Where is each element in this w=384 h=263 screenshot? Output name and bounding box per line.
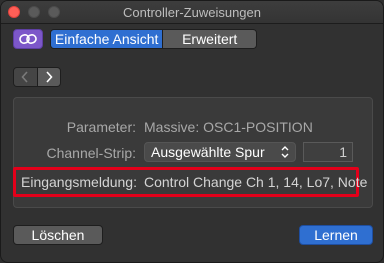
assignment-navigation xyxy=(13,67,61,87)
previous-button[interactable] xyxy=(14,68,37,86)
chevron-left-icon xyxy=(21,71,28,83)
channel-strip-select[interactable]: Ausgewählte Spur xyxy=(144,142,296,162)
next-button[interactable] xyxy=(36,68,60,86)
updown-chevron-icon xyxy=(281,146,289,158)
channel-strip-label: Channel-Strip: xyxy=(46,145,137,161)
view-mode-segmented-control: Einfache Ansicht Erweitert xyxy=(50,29,257,49)
link-icon xyxy=(19,34,37,44)
channel-strip-value: Ausgewählte Spur xyxy=(151,144,265,160)
parameter-label: Parameter: xyxy=(66,119,136,135)
window-title: Controller-Zuweisungen xyxy=(122,5,261,20)
learn-button[interactable]: Lernen xyxy=(299,225,373,245)
tab-advanced[interactable]: Erweitert xyxy=(162,30,256,48)
delete-button[interactable]: Löschen xyxy=(13,225,103,245)
tab-simple-view[interactable]: Einfache Ansicht xyxy=(51,30,163,48)
parameter-value: Massive: OSC1-POSITION xyxy=(144,119,313,135)
title-bar: Controller-Zuweisungen xyxy=(1,1,383,24)
chevron-right-icon xyxy=(46,71,53,83)
link-button[interactable] xyxy=(13,29,43,49)
input-message-value: Control Change Ch 1, 14, Lo7, Note xyxy=(144,174,368,190)
controller-assignments-window: Controller-Zuweisungen Einfache Ansicht … xyxy=(0,0,384,263)
channel-number-field[interactable]: 1 xyxy=(303,142,353,162)
input-message-label: Eingangsmeldung: xyxy=(21,174,137,190)
